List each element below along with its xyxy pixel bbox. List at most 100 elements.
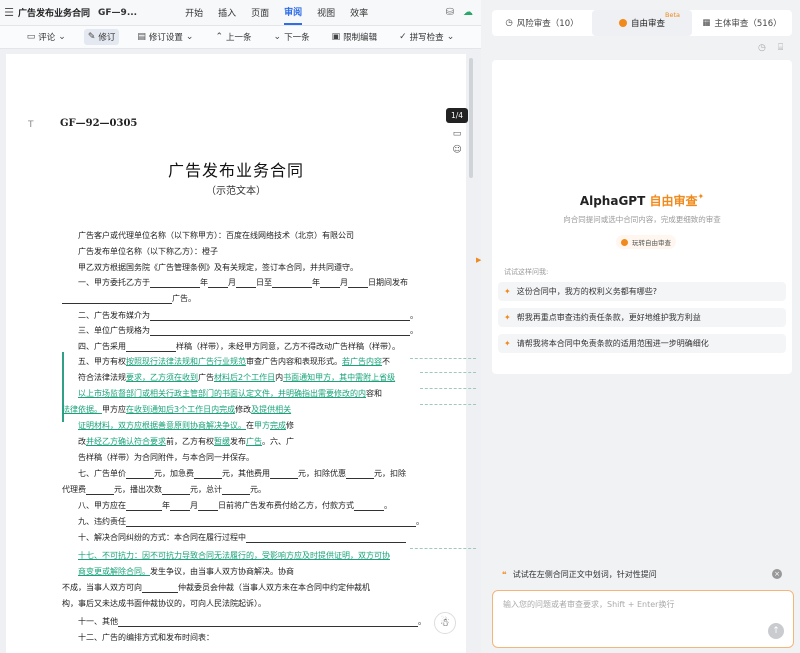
clause-5-line-6: 改并经乙方确认符合要求前，乙方有权暂缓发布广告。六、广 <box>78 436 294 447</box>
next-change-button[interactable]: ⌄ 下一条 <box>270 29 314 45</box>
comment-panel-icon[interactable]: ▭ <box>453 129 462 139</box>
share-icon[interactable]: ⛁ <box>446 7 454 18</box>
new-chat-icon[interactable]: ⌸ <box>778 43 783 53</box>
text: 修改 <box>235 405 252 414</box>
day-to-label: 日至 <box>256 278 272 287</box>
text: 发生争议，由当事人双方协商解决。协商 <box>150 567 294 576</box>
review-toolbar: ▭ 评论 ⌄ ✎ 修订 ▤ 修订设置 ⌄ ⌃ 上一条 ⌄ 下一条 ▣ 限制编辑 ✓ 拼写检查 ⌄ <box>0 26 481 49</box>
contract-title: 广告发布业务合同 <box>167 161 304 180</box>
menu-page[interactable]: 页面 <box>251 1 269 24</box>
close-icon[interactable]: × <box>772 569 782 579</box>
assistant-avatar[interactable]: ☃ <box>434 612 456 634</box>
clause-8-line: 八、甲方应在 年 月 日前将广告发布费付给乙方，付款方式 。 <box>78 500 392 511</box>
text: 月 <box>190 501 198 510</box>
clause-12-line: 十二、广告的编排方式和发布时间表： <box>78 633 214 642</box>
tab-entity-review[interactable]: ▦ 主体审查（516） <box>692 10 792 36</box>
text: 元。 <box>250 485 266 494</box>
clause-1-line: 一、甲方委托乙方于 年 月 日至 年 月 日期间发布 <box>78 277 408 288</box>
clause-4-text-cont: 样稿（样带），未经甲方同意，乙方不得改动广告样稿（样带）。 <box>176 342 400 351</box>
document-page[interactable]: T GF—92—0305 广告发布业务合同 （示范文本） 广告客户或代理单位名称… <box>6 54 466 653</box>
text-cursor-icon: T <box>28 120 34 130</box>
party-a-line: 广告客户或代理单位名称（以下称甲方）：百度在线网络技术（北京）有限公司 <box>78 231 354 240</box>
emoji-icon[interactable]: ☺ <box>452 145 461 155</box>
text: 十、解决合同纠纷的方式：本合同在履行过程中 <box>78 533 246 542</box>
spell-check-button[interactable]: ✓ 拼写检查 ⌄ <box>395 29 458 45</box>
suggestion-item[interactable]: ✦ 请帮我将本合同中免责条款的适用范围进一步明确细化 <box>498 334 786 353</box>
brand-prefix: AlphaGPT <box>579 194 646 208</box>
tab-risk-review[interactable]: ◷ 风险审查（10） <box>492 10 592 36</box>
sparkle-icon: ✦ <box>504 313 511 322</box>
menu-view[interactable]: 视图 <box>317 1 335 24</box>
insert: 商变更或解除合同。 <box>78 567 150 576</box>
document-title: 广告发布业务合同 <box>18 9 91 19</box>
track-connector <box>410 548 476 549</box>
clause-1-text: 一、甲方委托乙方于 <box>78 278 150 287</box>
question-input[interactable] <box>503 599 763 639</box>
text: 元，扣除优惠 <box>298 469 346 478</box>
vertical-scrollbar[interactable] <box>468 56 474 653</box>
brand-subtitle: 向合同提问或选中合同内容，完成更细致的审查 <box>563 215 721 224</box>
clause-7-line-2: 代理费 元，播出次数 元，总计 元。 <box>62 484 266 495</box>
question-input-box: ↑ <box>492 590 794 648</box>
text: 七、广告单价 <box>78 469 126 478</box>
insert: 书面通知甲方，其中需附上省级 <box>283 373 396 382</box>
period-label: 日期间发布 <box>368 278 408 287</box>
month-label: 月 <box>228 278 236 287</box>
restrict-edit-label: 限制编辑 <box>343 33 378 43</box>
scroll-thumb[interactable] <box>469 58 473 178</box>
revise-button[interactable]: ✎ 修订 <box>83 29 120 45</box>
clause-5-insert: 按照现行法律法规和广告行业规范 <box>126 357 246 366</box>
document-code-tab[interactable]: GF—9... <box>98 8 137 18</box>
history-icon[interactable]: ◷ <box>758 43 766 53</box>
sparkle-icon: ✦ <box>504 287 511 296</box>
menu-insert[interactable]: 插入 <box>218 1 236 24</box>
try-free-review-button[interactable]: 玩转自由审查 <box>616 235 676 249</box>
restrict-edit-button[interactable]: ▣ 限制编辑 <box>328 29 382 45</box>
menu-start[interactable]: 开始 <box>185 1 203 24</box>
insert: 并经乙方确认符合要求 <box>86 437 166 446</box>
clock-icon: ◷ <box>505 18 513 28</box>
menu-review[interactable]: 审阅 <box>284 0 303 25</box>
tab-free-review[interactable]: 自由审查 Beta <box>592 10 692 36</box>
clause-1-cont: 广告。 <box>62 293 196 304</box>
text: 元，播出次数 <box>114 485 162 494</box>
sparkle-icon: ✦ <box>504 339 511 348</box>
text: 代理费 <box>62 485 86 494</box>
clause-5-line-4: 法律依据。甲方应在收到通知后3个工作日内完成修改及提供相关 <box>62 404 291 415</box>
clause-17-line-2: 商变更或解除合同。发生争议，由当事人双方协商解决。协商 <box>78 566 294 577</box>
text: 十一、其他 <box>78 617 118 626</box>
beta-badge: Beta <box>665 11 680 19</box>
clause-6-line: 告样稿（样带）为合同附件，与本合同一并保存。 <box>78 453 254 462</box>
text: 。 <box>384 501 392 510</box>
clause-5-a: 五、甲方有权 <box>78 357 126 366</box>
prev-change-button[interactable]: ⌃ 上一条 <box>211 29 255 45</box>
track-connector <box>410 358 476 359</box>
quote-icon: ❝ <box>502 569 507 579</box>
chevron-down-icon: ⌄ <box>58 32 66 42</box>
clause-5-insert-2: 若广告内容 <box>342 357 382 366</box>
text: 元，加急费 <box>154 469 194 478</box>
hamburger-menu-icon[interactable]: ☰ <box>0 6 18 19</box>
side-tools: 1/4 ▭ ☺ <box>446 108 469 155</box>
suggestion-item[interactable]: ✦ 帮我再重点审查违约责任条款，更好地维护我方利益 <box>498 308 786 327</box>
clause-9-line: 九、违约责任。 <box>78 517 424 527</box>
settings-doc-icon: ▤ <box>137 32 146 42</box>
text: 发布 <box>230 437 246 446</box>
menu-efficiency[interactable]: 效率 <box>350 1 368 24</box>
chevron-up-icon: ⌃ <box>215 32 224 42</box>
clause-5-line-5: 证明材料，双方应根据善意原则协商解决争议。在甲方完成修 <box>78 420 294 431</box>
send-button[interactable]: ↑ <box>768 623 784 639</box>
revise-settings-button[interactable]: ▤ 修订设置 ⌄ <box>133 29 197 45</box>
year-label: 年 <box>200 278 208 287</box>
cloud-sync-icon[interactable]: ☁ <box>463 7 473 18</box>
preamble-line: 甲乙双方根据国务院《广告管理条例》及有关规定，签订本合同，并共同遵守。 <box>78 263 358 272</box>
suggestion-text: 帮我再重点审查违约责任条款，更好地维护我方利益 <box>516 313 701 322</box>
comment-button[interactable]: ▭ 评论 ⌄ <box>23 29 70 45</box>
ad-label: 广告。 <box>172 294 196 303</box>
clause-3-text: 三、单位广告规格为 <box>78 326 150 335</box>
text: 广告 <box>198 373 214 382</box>
contract-code: GF—92—0305 <box>60 118 138 129</box>
arbitration-line: 不成，当事人双方可向 仲裁委员会仲裁（当事人双方未在本合同中约定仲裁机 <box>62 582 370 593</box>
suggestion-item[interactable]: ✦ 这份合同中，我方的权利义务都有哪些? <box>498 282 786 301</box>
collapse-panel-icon[interactable]: ▶ <box>476 256 481 264</box>
